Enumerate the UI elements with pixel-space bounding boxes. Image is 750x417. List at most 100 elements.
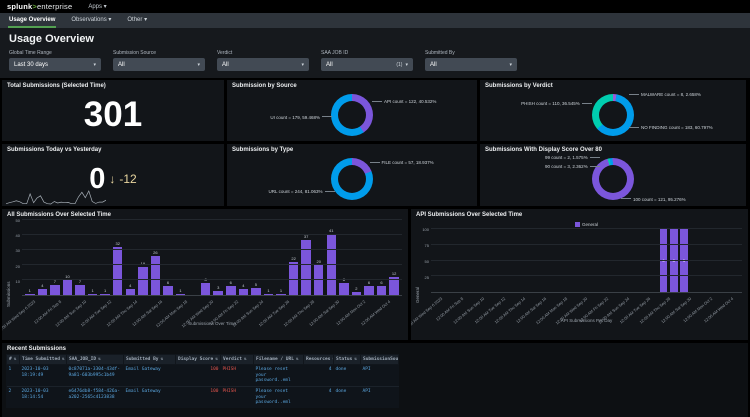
col-header-time[interactable]: Time Submitted⇅ (20, 355, 67, 365)
col-header-display-score[interactable]: Display Score⇅ (176, 355, 221, 365)
slice-label-ui: UI count = 179, 59.468% (270, 115, 332, 120)
bar (474, 229, 483, 292)
bar-value-label: 41 (329, 229, 333, 233)
gridline (431, 275, 742, 276)
bar (495, 229, 504, 292)
submitted-by-dropdown[interactable]: All ▾ (425, 58, 517, 71)
cell-time: 2023-10-03 18:19:49 (20, 365, 67, 387)
bar-rect (25, 294, 34, 296)
bar-value-label: 5 (255, 283, 257, 287)
col-header-index[interactable]: #⇅ (7, 355, 20, 365)
panel-title: Submissions by Verdict (480, 80, 746, 89)
col-header-status[interactable]: Status⇅ (334, 355, 361, 365)
cell-index: 1 (7, 365, 20, 387)
bar-rect (239, 289, 248, 295)
col-header-filename[interactable]: Filename / URL⇅ (254, 355, 304, 365)
sort-icon: ⇅ (62, 357, 65, 362)
bar: 1 (99, 220, 111, 295)
cell-display-score: 100 (176, 365, 221, 387)
recent-submissions-table: #⇅ Time Submitted⇅ SAA_JOB_ID⇅ Submitted… (6, 354, 399, 408)
chevron-down-icon: ▾ (197, 62, 200, 68)
table-row: 2 2023-10-03 18:14:54 e6476db8-f584-426a… (7, 386, 399, 407)
cell-submitted-by: Email Gateway (124, 365, 176, 387)
filter-saa-job-id: SAA JOB ID All (1) ▾ (321, 50, 413, 71)
gridline (431, 228, 742, 229)
bar-value-label: 1 (267, 289, 269, 293)
bar-rect (364, 286, 373, 295)
bar-rect (201, 283, 210, 295)
bar-rect (264, 294, 273, 296)
col-header-resources[interactable]: Resources⇅ (304, 355, 334, 365)
bar-value-label: 26 (153, 251, 157, 255)
bar-rect (352, 292, 361, 295)
sort-icon: ⇅ (244, 357, 247, 362)
cell-job-id-link[interactable]: e6476db8-f584-426a-a202-2565c4123838 (67, 386, 124, 407)
cell-filename-link[interactable]: Please reset your password..eml (254, 365, 304, 387)
bar: 6 (659, 229, 668, 292)
slice-label-malware: MALWARE count = 8, 2.658% (629, 92, 701, 97)
gridline (22, 279, 402, 280)
bar-value-label: 6 (368, 281, 370, 285)
panel-recent-submissions: Recent Submissions #⇅ Time Submitted⇅ SA… (2, 343, 748, 417)
cell-filename-link[interactable]: Please reset your password..eml (254, 386, 304, 407)
panel-title: Submissions Today vs Yesterday (2, 144, 224, 153)
col-header-submission-source[interactable]: SubmissionSource⇅ (361, 355, 399, 365)
donut-chart-by-type (331, 158, 373, 200)
dropdown-count-badge: (1) (396, 62, 402, 68)
bar-rect (176, 294, 185, 296)
time-range-dropdown[interactable]: Last 30 days ▾ (9, 58, 101, 71)
filter-verdict: Verdict All ▾ (217, 50, 309, 71)
sort-icon: ⇅ (215, 357, 218, 362)
table-header-row: #⇅ Time Submitted⇅ SAA_JOB_ID⇅ Submitted… (7, 355, 399, 365)
legend-label: General (582, 222, 598, 227)
apps-menu[interactable]: Apps ▾ (88, 3, 106, 10)
donut-chart-by-source (331, 94, 373, 136)
bar-rect (63, 280, 72, 295)
filter-label: Submitted By (425, 50, 517, 56)
tab-observations[interactable]: Observations ▾ (70, 13, 112, 28)
panel-total-submissions: Total Submissions (Selected Time) 301 (2, 80, 224, 141)
splunk-logo[interactable]: splunk>enterprise (7, 2, 72, 11)
tab-other[interactable]: Other ▾ (126, 13, 148, 28)
bar: 6 (162, 220, 174, 295)
bar-value-label: 1 (179, 289, 181, 293)
top-nav-bar: splunk>enterprise Apps ▾ (0, 0, 750, 13)
bar-rect (301, 240, 310, 296)
bar-value-label: 6 (230, 281, 232, 285)
slice-label-no-finding: NO FINDING count = 183, 60.797% (629, 125, 713, 130)
bar: 19 (137, 220, 149, 295)
filter-submission-source: Submission Source All ▾ (113, 50, 205, 71)
bar-rect: 5 (680, 229, 688, 292)
tab-usage-overview[interactable]: Usage Overview (8, 13, 56, 28)
bar (638, 229, 647, 292)
bar (454, 229, 463, 292)
dropdown-value: All (326, 62, 396, 68)
filter-label: Global Time Range (9, 50, 101, 56)
y-tick-label: 50 (425, 259, 429, 264)
y-tick-label: 25 (425, 275, 429, 280)
cell-submission-source: API (361, 365, 399, 387)
bar: 2 (351, 220, 363, 295)
saa-job-id-dropdown[interactable]: All (1) ▾ (321, 58, 413, 71)
plot-area: 14710711324192661836451122372041826612 (22, 220, 402, 296)
bar-rect: 8 (670, 229, 678, 292)
bar (597, 229, 606, 292)
col-header-job-id[interactable]: SAA_JOB_ID⇅ (67, 355, 124, 365)
col-header-verdict[interactable]: Verdict⇅ (221, 355, 254, 365)
filter-global-time-range: Global Time Range Last 30 days ▾ (9, 50, 101, 71)
cell-job-id-link[interactable]: 0c87071a-3304-43df-9a81-603b995c1b49 (67, 365, 124, 387)
bar (700, 229, 709, 292)
submission-source-dropdown[interactable]: All ▾ (113, 58, 205, 71)
bar: 12 (388, 220, 400, 295)
bar: 8 (338, 220, 350, 295)
gridline (431, 244, 742, 245)
bar-value-label: 32 (115, 242, 119, 246)
verdict-dropdown[interactable]: All ▾ (217, 58, 309, 71)
col-header-submitted-by[interactable]: Submitted By⇅ (124, 355, 176, 365)
bar: 7 (74, 220, 86, 295)
bar (690, 229, 699, 292)
panel-all-submissions-chart: All Submissions Over Selected Time Submi… (2, 209, 408, 340)
bar-value-label: 6 (167, 281, 169, 285)
panel-submissions-by-verdict: Submissions by Verdict MALWARE count = 8… (480, 80, 746, 141)
y-tick-label: 20 (16, 264, 20, 269)
